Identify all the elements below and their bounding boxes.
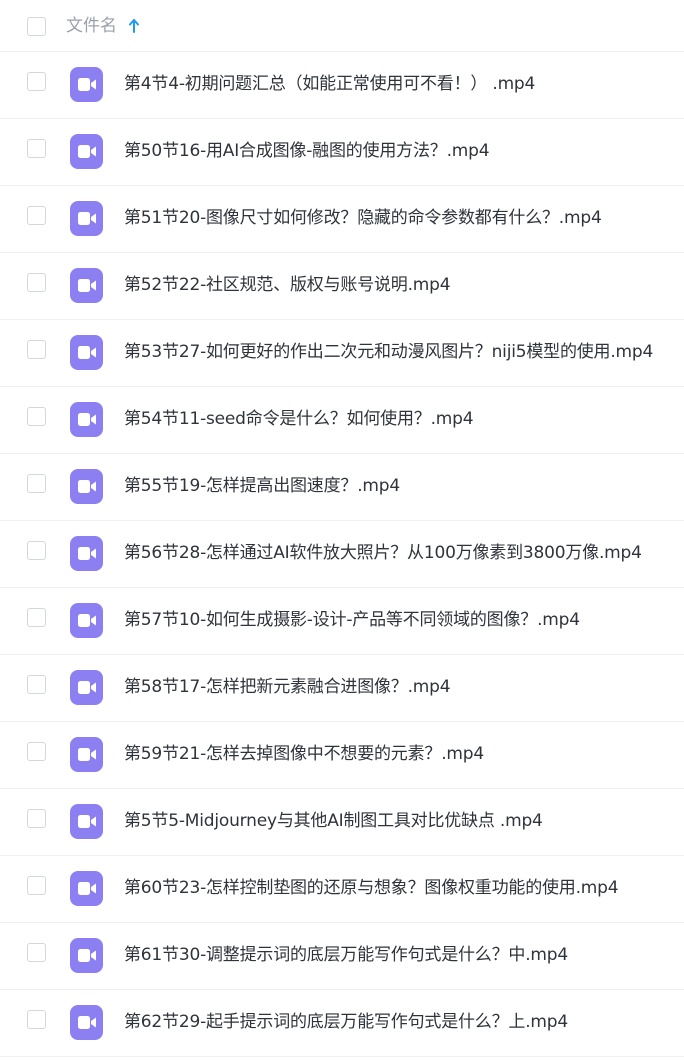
file-row[interactable]: 第62节29-起手提示词的底层万能写作句式是什么？上.mp4 [0,990,684,1057]
file-name[interactable]: 第51节20-图像尺寸如何修改？隐藏的命令参数都有什么？.mp4 [124,206,602,230]
video-file-icon [70,536,103,571]
file-row[interactable]: 第4节4-初期问题汇总（如能正常使用可不看！） .mp4 [0,52,684,119]
video-file-icon [70,938,103,973]
row-checkbox[interactable] [27,474,46,493]
file-name[interactable]: 第58节17-怎样把新元素融合进图像？.mp4 [124,675,451,699]
video-file-icon [70,469,103,504]
file-name[interactable]: 第56节28-怎样通过AI软件放大照片？从100万像素到3800万像.mp4 [124,541,642,565]
file-name[interactable]: 第53节27-如何更好的作出二次元和动漫风图片？niji5模型的使用.mp4 [124,340,653,364]
file-name[interactable]: 第4节4-初期问题汇总（如能正常使用可不看！） .mp4 [124,72,535,96]
file-row[interactable]: 第51节20-图像尺寸如何修改？隐藏的命令参数都有什么？.mp4 [0,186,684,253]
column-header-filename[interactable]: 文件名 [66,14,117,38]
video-file-icon [70,804,103,839]
file-row[interactable]: 第53节27-如何更好的作出二次元和动漫风图片？niji5模型的使用.mp4 [0,320,684,387]
video-file-icon [70,67,103,102]
row-checkbox[interactable] [27,742,46,761]
video-file-icon [70,402,103,437]
file-name[interactable]: 第57节10-如何生成摄影-设计-产品等不同领域的图像？.mp4 [124,608,580,632]
file-name[interactable]: 第59节21-怎样去掉图像中不想要的元素？.mp4 [124,742,484,766]
file-rows: 第4节4-初期问题汇总（如能正常使用可不看！） .mp4 第50节16-用AI合成… [0,52,684,1057]
file-row[interactable]: 第56节28-怎样通过AI软件放大照片？从100万像素到3800万像.mp4 [0,521,684,588]
row-checkbox[interactable] [27,139,46,158]
video-file-icon [70,134,103,169]
file-name[interactable]: 第52节22-社区规范、版权与账号说明.mp4 [124,273,451,297]
video-file-icon [70,1005,103,1040]
row-checkbox[interactable] [27,407,46,426]
file-row[interactable]: 第55节19-怎样提高出图速度？.mp4 [0,454,684,521]
row-checkbox[interactable] [27,273,46,292]
file-row[interactable]: 第54节11-seed命令是什么？如何使用？.mp4 [0,387,684,454]
video-file-icon [70,201,103,236]
file-row[interactable]: 第59节21-怎样去掉图像中不想要的元素？.mp4 [0,722,684,789]
row-checkbox[interactable] [27,943,46,962]
arrow-up-icon[interactable] [128,18,140,34]
file-list-header: 文件名 [0,0,684,52]
row-checkbox[interactable] [27,608,46,627]
video-file-icon [70,871,103,906]
row-checkbox[interactable] [27,675,46,694]
video-file-icon [70,737,103,772]
video-file-icon [70,268,103,303]
file-name[interactable]: 第62节29-起手提示词的底层万能写作句式是什么？上.mp4 [124,1010,568,1034]
row-checkbox[interactable] [27,541,46,560]
file-row[interactable]: 第60节23-怎样控制垫图的还原与想象？图像权重功能的使用.mp4 [0,856,684,923]
row-checkbox[interactable] [27,72,46,91]
video-file-icon [70,335,103,370]
file-name[interactable]: 第55节19-怎样提高出图速度？.mp4 [124,474,400,498]
file-name[interactable]: 第61节30-调整提示词的底层万能写作句式是什么？中.mp4 [124,943,568,967]
row-checkbox[interactable] [27,1010,46,1029]
video-file-icon [70,670,103,705]
row-checkbox[interactable] [27,206,46,225]
row-checkbox[interactable] [27,340,46,359]
video-file-icon [70,603,103,638]
file-list: 文件名 第4节4-初期问题汇总（如能正常使用可不看！） .mp4 第50节16-用… [0,0,684,1060]
select-all-checkbox[interactable] [27,17,46,36]
file-name[interactable]: 第60节23-怎样控制垫图的还原与想象？图像权重功能的使用.mp4 [124,876,619,900]
file-row[interactable]: 第50节16-用AI合成图像-融图的使用方法？.mp4 [0,119,684,186]
file-row[interactable]: 第58节17-怎样把新元素融合进图像？.mp4 [0,655,684,722]
file-row[interactable]: 第61节30-调整提示词的底层万能写作句式是什么？中.mp4 [0,923,684,990]
file-row[interactable]: 第5节5-Midjourney与其他AI制图工具对比优缺点 .mp4 [0,789,684,856]
row-checkbox[interactable] [27,809,46,828]
row-checkbox[interactable] [27,876,46,895]
file-row[interactable]: 第57节10-如何生成摄影-设计-产品等不同领域的图像？.mp4 [0,588,684,655]
file-name[interactable]: 第5节5-Midjourney与其他AI制图工具对比优缺点 .mp4 [124,809,543,833]
file-name[interactable]: 第54节11-seed命令是什么？如何使用？.mp4 [124,407,474,431]
file-name[interactable]: 第50节16-用AI合成图像-融图的使用方法？.mp4 [124,139,490,163]
file-row[interactable]: 第52节22-社区规范、版权与账号说明.mp4 [0,253,684,320]
